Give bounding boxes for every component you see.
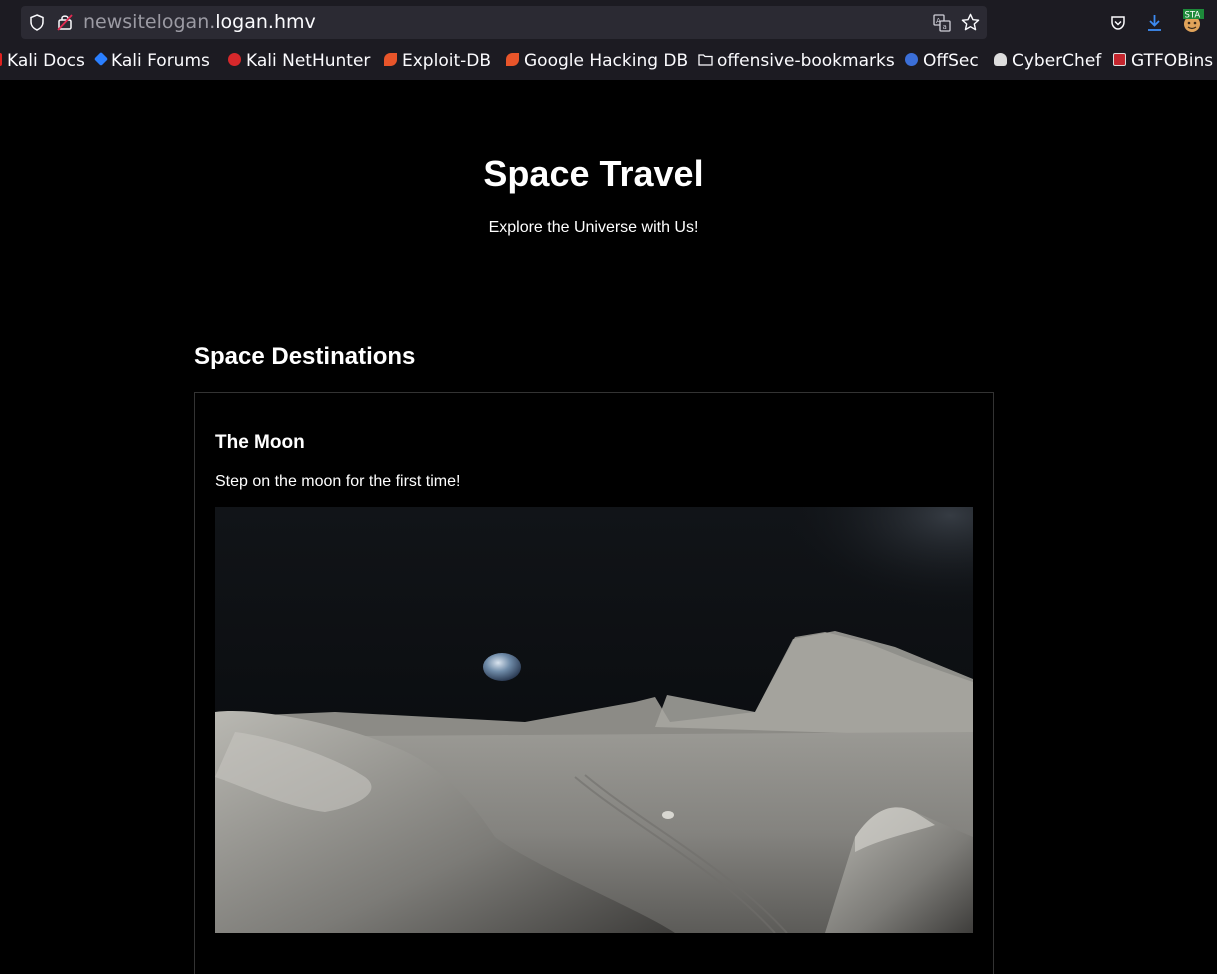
- cyberchef-icon: [994, 52, 1007, 66]
- kali-forums-icon: [93, 51, 109, 67]
- bookmark-label: offensive-bookmarks: [717, 51, 895, 71]
- site-title: Space Travel: [483, 153, 704, 194]
- site-tagline: Explore the Universe with Us!: [488, 219, 699, 236]
- bookmark-exploit-db[interactable]: Exploit-DB: [384, 50, 491, 72]
- destination-description: Step on the moon for the first time!: [215, 473, 461, 490]
- url-domain: logan.hmv: [215, 11, 316, 33]
- bookmark-kali-docs[interactable]: Kali Docs: [0, 50, 85, 72]
- folder-icon: [698, 53, 713, 66]
- bookmark-label: OffSec: [923, 51, 979, 71]
- bookmark-star-icon[interactable]: [961, 13, 980, 32]
- offsec-icon: [905, 52, 918, 66]
- downloads-icon[interactable]: [1146, 14, 1163, 32]
- translate-icon[interactable]: A a: [933, 14, 951, 32]
- extension-icon[interactable]: STA: [1180, 8, 1206, 34]
- bookmark-gtfobins[interactable]: GTFOBins: [1113, 50, 1213, 72]
- bookmark-offsec[interactable]: OffSec: [905, 50, 979, 72]
- toolbar-right: STA: [997, 8, 1217, 38]
- bookmark-google-hacking-db[interactable]: Google Hacking DB: [506, 50, 688, 72]
- bookmark-label: Kali Docs: [7, 51, 85, 71]
- bookmark-kali-nethunter[interactable]: Kali NetHunter: [228, 50, 370, 72]
- insecure-lock-icon[interactable]: [57, 13, 73, 31]
- bookmark-kali-forums[interactable]: Kali Forums: [93, 50, 210, 72]
- bookmark-label: Kali NetHunter: [246, 51, 371, 71]
- gtfobins-icon: [1113, 52, 1126, 66]
- bookmark-label: Google Hacking DB: [524, 51, 689, 71]
- shield-icon[interactable]: [29, 14, 45, 31]
- svg-text:a: a: [943, 23, 947, 31]
- bookmark-label: CyberChef: [1012, 51, 1102, 71]
- bookmark-offensive-bookmarks-folder[interactable]: offensive-bookmarks: [698, 50, 895, 72]
- svg-text:A: A: [936, 17, 941, 25]
- extension-badge-text: STA: [1185, 11, 1201, 21]
- destination-card: The Moon Step on the moon for the first …: [194, 392, 994, 974]
- kali-docs-icon: [0, 52, 2, 66]
- earth-in-sky: [483, 653, 521, 681]
- bookmark-label: Kali Forums: [111, 51, 210, 71]
- exploit-db-icon: [384, 52, 397, 66]
- destination-title: The Moon: [215, 432, 305, 453]
- url-text[interactable]: newsitelogan.logan.hmv: [83, 11, 316, 33]
- page-content: Space Travel Explore the Universe with U…: [0, 80, 1217, 974]
- browser-toolbar: newsitelogan.logan.hmv A a STA Kali Docs…: [0, 0, 1217, 80]
- moon-surface-image: [215, 507, 973, 933]
- bookmarks-bar: Kali Docs Kali Forums Kali NetHunter Exp…: [0, 44, 1217, 80]
- bookmark-cyberchef[interactable]: CyberChef: [994, 50, 1101, 72]
- destinations-heading: Space Destinations: [194, 343, 416, 370]
- pocket-icon[interactable]: [1110, 15, 1126, 31]
- kali-nethunter-icon: [228, 52, 241, 66]
- url-subdomain: newsitelogan.: [83, 11, 216, 33]
- bookmark-label: GTFOBins: [1131, 51, 1214, 71]
- url-bar[interactable]: newsitelogan.logan.hmv A a: [21, 6, 987, 39]
- bookmark-label: Exploit-DB: [402, 51, 491, 71]
- ghdb-icon: [506, 52, 519, 66]
